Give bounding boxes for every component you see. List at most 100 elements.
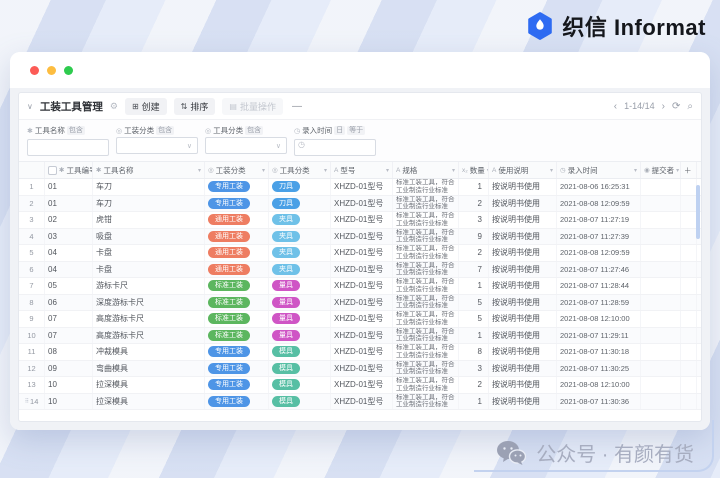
column-menu-caret[interactable]: ▾	[386, 167, 389, 174]
table-row[interactable]: 2 01 车刀 专用工装 刀具 XHZD-01型号 标准工装工具，符合 工业制造行业标准 2 按说…	[19, 195, 701, 212]
chevron-down-icon: ∨	[275, 142, 281, 150]
collapse-chevron-icon[interactable]: ∨	[27, 102, 33, 111]
cell-submitter	[641, 393, 681, 409]
minimize-window-button[interactable]	[47, 65, 56, 75]
column-menu-caret[interactable]: ▾	[634, 167, 637, 174]
table-row[interactable]: 3 02 虎钳 通用工装 夹具 XHZD-01型号 标准工装工具，符合 工业制造行业标准 3 按说…	[19, 212, 701, 229]
row-number: 4	[19, 228, 45, 244]
cell-model: XHZD-01型号	[331, 278, 393, 294]
table-row[interactable]: 7 05 游标卡尺 标准工装 量具 XHZD-01型号 标准工装工具，符合 工业制造行业标准 1…	[19, 278, 701, 295]
cell-spec: 标准工装工具，符合 工业制造行业标准	[393, 278, 459, 294]
column-header-submitter[interactable]: ◉ 提交者 ▾	[641, 162, 681, 178]
user-icon: ◉	[644, 167, 650, 174]
batch-actions-button[interactable]: ▤ 批量操作	[222, 97, 283, 115]
cell-qty: 1	[459, 327, 489, 343]
cell-usage: 按说明书使用	[489, 327, 557, 343]
drag-handle-icon[interactable]: ⠿	[25, 398, 30, 405]
cell-code: 07	[45, 327, 93, 343]
column-menu-caret[interactable]: ▾	[262, 167, 265, 174]
cell-code: 05	[45, 278, 93, 294]
table-row[interactable]: 8 06 深度游标卡尺 标准工装 量具 XHZD-01型号 标准工装工具，符合 工业制造行业标…	[19, 294, 701, 311]
cell-name: 卡盘	[93, 245, 205, 261]
column-menu-caret[interactable]: ▾	[198, 167, 201, 174]
column-header-time[interactable]: ◷ 录入时间 ▾	[557, 162, 641, 178]
cell-model: XHZD-01型号	[331, 228, 393, 244]
cell-qty: 7	[459, 261, 489, 277]
cell-spec: 标准工装工具，符合 工业制造行业标准	[393, 228, 459, 244]
column-header-tool[interactable]: ◎ 工具分类 ▾	[269, 162, 331, 178]
table-row[interactable]: 4 03 吸盘 通用工装 夹具 XHZD-01型号 标准工装工具，符合 工业制造行业标准 9 按说…	[19, 228, 701, 245]
cell-spec: 标准工装工具，符合 工业制造行业标准	[393, 360, 459, 376]
table-row[interactable]: 5 04 卡盘 通用工装 夹具 XHZD-01型号 标准工装工具，符合 工业制造行业标准 2 按说…	[19, 245, 701, 262]
batch-icon: ▤	[229, 101, 237, 111]
cell-usage: 按说明书使用	[489, 228, 557, 244]
cell-submitter	[641, 311, 681, 327]
table-row[interactable]: 13 10 拉深模具 专用工装 模具 XHZD-01型号 标准工装工具，符合 工业制造行业标准…	[19, 377, 701, 394]
select-all-checkbox[interactable]	[48, 165, 57, 175]
table-row[interactable]: 10 07 高度游标卡尺 标准工装 量具 XHZD-01型号 标准工装工具，符合 工业制造行业…	[19, 327, 701, 344]
cell-name: 深度游标卡尺	[93, 294, 205, 310]
create-button[interactable]: ⊞ 创建	[124, 97, 167, 115]
pagination-range: 1-14/14	[624, 101, 655, 111]
cell-entry-time: 2021-08-06 16:25:31	[557, 179, 641, 195]
table-row[interactable]: ⠿ 14 10 拉深模具 专用工装 模具 XHZD-01型号 标准工装工具，符合 工业制造行业标…	[19, 393, 701, 410]
next-page-button[interactable]: ›	[662, 101, 665, 112]
cell-code: 08	[45, 344, 93, 360]
select-icon: ◎	[208, 167, 214, 174]
cell-model: XHZD-01型号	[331, 344, 393, 360]
refresh-icon[interactable]: ⟳	[672, 101, 680, 112]
column-header-qty[interactable]: x₂数量▾	[459, 162, 489, 178]
cell-spec: 标准工装工具，符合 工业制造行业标准	[393, 294, 459, 310]
cell-submitter	[641, 294, 681, 310]
column-header-spec[interactable]: A 规格 ▾	[393, 162, 459, 178]
column-menu-caret[interactable]: ▾	[452, 167, 455, 174]
tool-table: ✱工具编号▾✱工具名称▾◎工装分类▾◎工具分类▾A型号▾A规格▾x₂数量▾A使用…	[19, 162, 701, 410]
chevron-down-icon: ∨	[186, 142, 192, 150]
row-number: 1	[19, 179, 45, 195]
table-row[interactable]: 12 09 弯曲模具 专用工装 模具 XHZD-01型号 标准工装工具，符合 工业制造行业标准…	[19, 360, 701, 377]
cell-submitter	[641, 195, 681, 211]
text-icon: A	[492, 166, 497, 174]
cell-qty: 9	[459, 228, 489, 244]
wechat-icon	[497, 440, 527, 465]
tool-name-filter-input[interactable]	[27, 139, 109, 156]
cell-submitter	[641, 344, 681, 360]
table-row[interactable]: 6 04 卡盘 通用工装 夹具 XHZD-01型号 标准工装工具，符合 工业制造行业标准 7 按说…	[19, 261, 701, 278]
column-header-add[interactable]: ＋	[681, 162, 697, 178]
tool-category-badge: 模具	[272, 379, 300, 391]
table-row[interactable]: 11 08 冲裁模具 专用工装 模具 XHZD-01型号 标准工装工具，符合 工业制造行业标准…	[19, 344, 701, 361]
cell-model: XHZD-01型号	[331, 393, 393, 409]
column-header-model[interactable]: A 型号 ▾	[331, 162, 393, 178]
vertical-scrollbar-thumb[interactable]	[696, 185, 700, 239]
column-menu-caret[interactable]: ▾	[550, 167, 553, 174]
more-button[interactable]: —	[292, 101, 302, 112]
entry-time-filter-input[interactable]	[294, 139, 376, 156]
gear-icon[interactable]: ⚙	[110, 101, 118, 112]
tooling-category-filter-select[interactable]: ∨	[116, 137, 198, 154]
prev-page-button[interactable]: ‹	[614, 101, 617, 112]
column-menu-caret[interactable]: ▾	[324, 167, 327, 174]
column-header-name[interactable]: ✱ 工具名称 ▾	[93, 162, 205, 178]
cell-qty: 1	[459, 393, 489, 409]
cell-entry-time: 2021-08-07 11:30:18	[557, 344, 641, 360]
cell-model: XHZD-01型号	[331, 195, 393, 211]
cell-qty: 1	[459, 179, 489, 195]
row-number: 5	[19, 245, 45, 261]
tool-category-filter-select[interactable]: ∨	[205, 137, 287, 154]
sort-button[interactable]: ⇅ 排序	[173, 97, 216, 115]
table-row[interactable]: 1 01 车刀 专用工装 刀具 XHZD-01型号 标准工装工具，符合 工业制造行业标准 1 按说…	[19, 179, 701, 196]
search-icon[interactable]: ⌕	[687, 101, 693, 112]
column-header-usage[interactable]: A 使用说明 ▾	[489, 162, 557, 178]
column-header-tooling[interactable]: ◎ 工装分类 ▾	[205, 162, 269, 178]
cell-qty: 8	[459, 344, 489, 360]
maximize-window-button[interactable]	[64, 65, 73, 75]
cell-code: 06	[45, 294, 93, 310]
close-window-button[interactable]	[30, 65, 39, 75]
tooling-category-badge: 通用工装	[208, 247, 250, 259]
brand-name: 织信 Informat	[562, 15, 706, 40]
column-header-code[interactable]: ✱工具编号▾	[45, 162, 93, 178]
filter-operator: 包含	[156, 126, 175, 135]
column-menu-caret[interactable]: ▾	[676, 167, 679, 174]
filter-entry-time: ◷ 录入时间 日 等于 ◷	[294, 124, 376, 156]
table-row[interactable]: 9 07 高度游标卡尺 标准工装 量具 XHZD-01型号 标准工装工具，符合 工业制造行业标…	[19, 311, 701, 328]
